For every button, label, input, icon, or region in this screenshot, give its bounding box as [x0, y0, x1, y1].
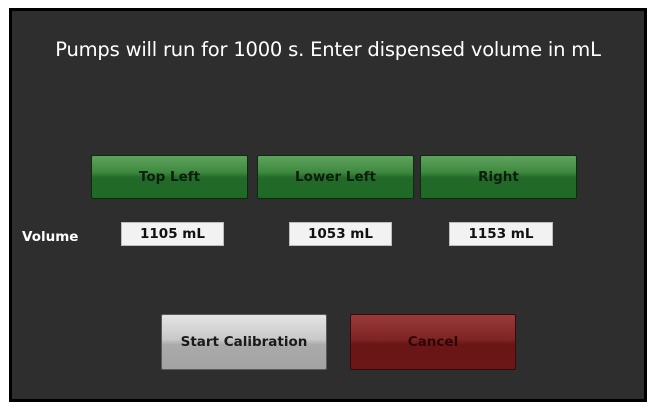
lower-left-volume-field[interactable]: 1053 mL — [289, 222, 392, 246]
top-left-pump-button[interactable]: Top Left — [91, 155, 248, 199]
start-calibration-button[interactable]: Start Calibration — [161, 314, 327, 370]
right-pump-label: Right — [478, 169, 519, 185]
cancel-label: Cancel — [407, 334, 459, 350]
right-pump-button[interactable]: Right — [420, 155, 577, 199]
dialog-title: Pumps will run for 1000 s. Enter dispens… — [55, 38, 601, 61]
calibration-dialog: Pumps will run for 1000 s. Enter dispens… — [9, 8, 647, 402]
cancel-button[interactable]: Cancel — [350, 314, 516, 370]
right-volume-field[interactable]: 1153 mL — [449, 222, 553, 246]
top-left-volume-field[interactable]: 1105 mL — [121, 222, 224, 246]
volume-label: Volume — [22, 229, 79, 245]
top-left-pump-label: Top Left — [138, 169, 201, 185]
lower-left-pump-label: Lower Left — [295, 169, 376, 185]
start-calibration-label: Start Calibration — [180, 334, 308, 350]
lower-left-pump-button[interactable]: Lower Left — [257, 155, 414, 199]
